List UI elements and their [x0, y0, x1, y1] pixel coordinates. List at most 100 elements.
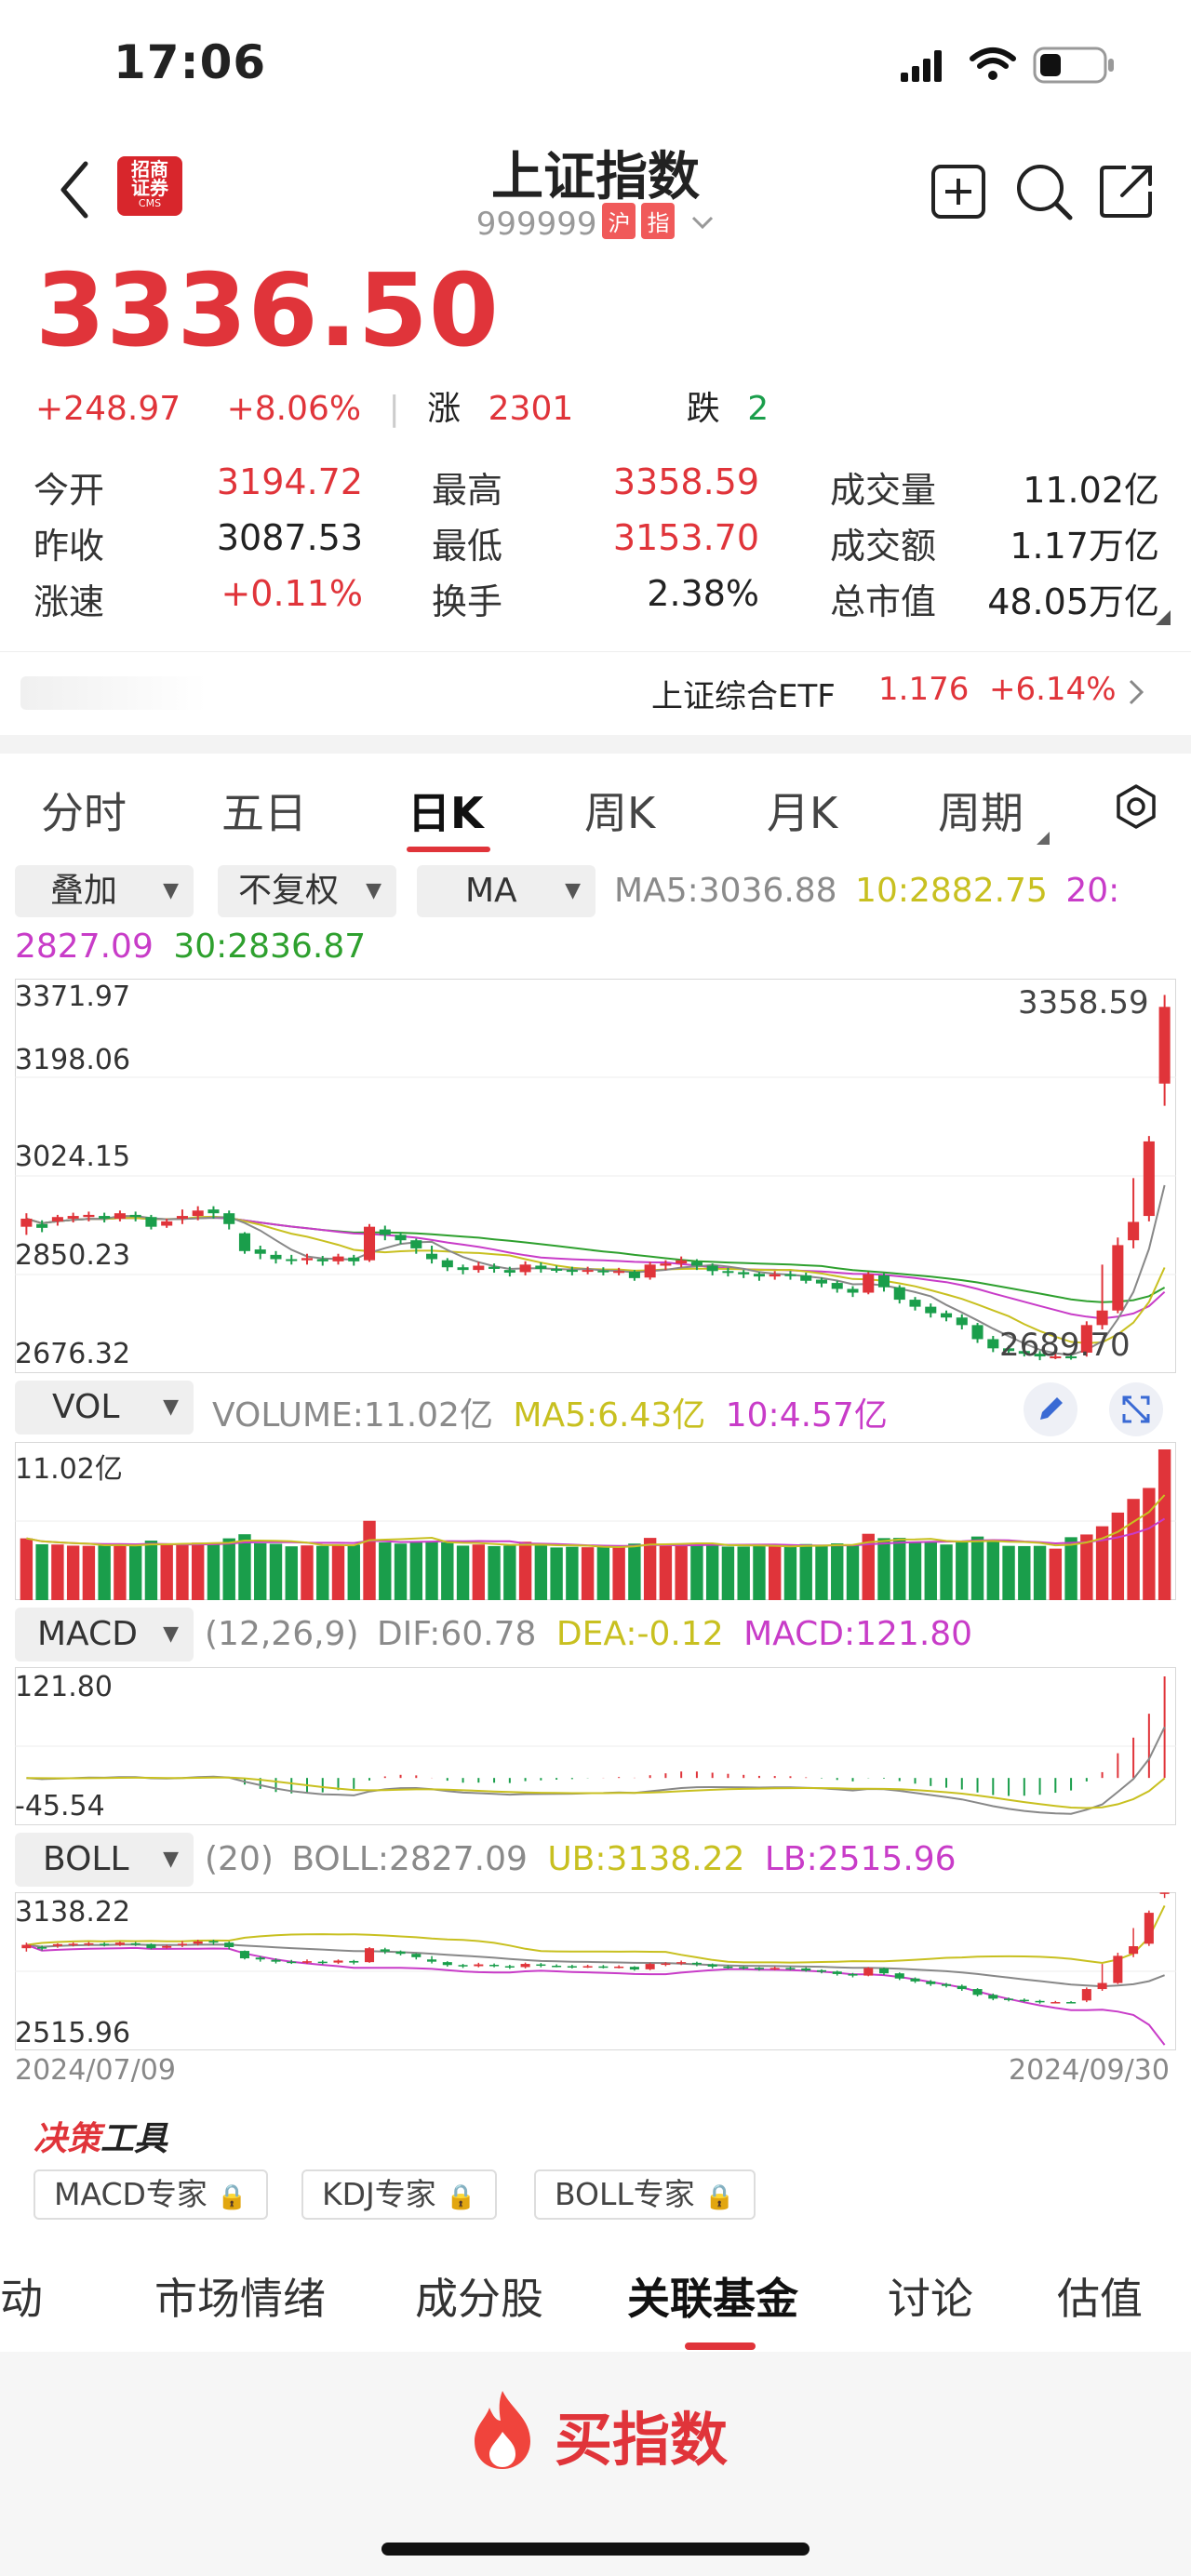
ma20-legend-head: 20: — [1065, 872, 1120, 910]
boll-chart[interactable] — [15, 1892, 1176, 2050]
volume-bar — [893, 1538, 906, 1600]
wifi-icon — [970, 47, 1016, 80]
volume-bar — [799, 1543, 812, 1600]
boll-candle-body — [1066, 2002, 1077, 2004]
boll-candle-body — [146, 1943, 156, 1949]
macd-chart[interactable] — [15, 1667, 1176, 1825]
boll-candle-body — [1097, 1982, 1107, 1990]
last-price: 3336.50 — [35, 253, 500, 369]
stat-value: 11.02亿 — [1023, 470, 1159, 511]
boll-ub: UB:3138.22 — [547, 1840, 745, 1878]
tab-constituents[interactable]: 成分股 — [415, 2265, 543, 2327]
candle-body — [410, 1240, 422, 1248]
candle-body — [722, 1271, 734, 1274]
home-indicator — [381, 2543, 810, 2556]
candle-body — [815, 1279, 828, 1284]
tab-weekly-k[interactable]: 周K — [584, 780, 655, 841]
volume-bar — [285, 1546, 298, 1600]
buy-index-button[interactable]: 买指数 — [465, 2382, 744, 2475]
candle-body — [379, 1229, 391, 1235]
decision-title-b: 工具 — [100, 2120, 168, 2158]
boll-candle-body — [723, 1966, 733, 1969]
macd-select-label: MACD — [37, 1615, 138, 1653]
volume-bar — [783, 1546, 797, 1600]
boll-params: (20) — [205, 1840, 274, 1878]
boll-candle-body — [832, 1971, 842, 1974]
boll-candle-body — [894, 1973, 904, 1979]
tab-five-day[interactable]: 五日 — [221, 780, 307, 841]
down-count: 2 — [747, 390, 769, 428]
boll-candle-body — [474, 1964, 484, 1967]
volume-bar — [1033, 1545, 1047, 1600]
boll-candle-body — [287, 1961, 297, 1964]
candle-body — [706, 1265, 718, 1272]
boll-select[interactable]: BOLL ▼ — [15, 1833, 194, 1887]
edit-button[interactable] — [1024, 1382, 1077, 1436]
overlay-select[interactable]: 叠加 ▼ — [15, 865, 194, 917]
boll-candle-body — [957, 1985, 967, 1990]
adjust-select[interactable]: 不复权 ▼ — [218, 865, 396, 917]
volume-chart[interactable] — [15, 1442, 1176, 1600]
overlay-select-label: 叠加 — [50, 872, 118, 910]
candle-body — [332, 1256, 344, 1261]
candle-body — [254, 1249, 266, 1254]
tab-related-funds[interactable]: 关联基金 — [627, 2265, 798, 2327]
volume-bar — [331, 1543, 345, 1600]
tab-market-sentiment[interactable]: 市场情绪 — [154, 2265, 326, 2327]
boll-expert-button[interactable]: BOLL专家 🔒 — [534, 2169, 756, 2220]
change-row: +248.97 +8.06% | 涨 2301 跌 2 — [35, 381, 769, 430]
candle-body — [535, 1265, 547, 1269]
tab-unusual[interactable]: 异动 — [0, 2265, 43, 2327]
kline-chart[interactable] — [15, 979, 1176, 1373]
volume-bar — [1049, 1548, 1063, 1600]
tool-label: BOLL专家 — [555, 2176, 695, 2212]
boll-candle-body — [114, 1942, 125, 1945]
add-watchlist-icon[interactable] — [930, 164, 986, 220]
stat-value: 1.17万亿 — [1010, 526, 1159, 567]
settings-icon[interactable] — [1113, 783, 1159, 830]
expand-corner-icon[interactable] — [1156, 610, 1171, 625]
kline-axis-label: 2850.23 — [15, 1239, 131, 1272]
stat-value: 48.05万亿 — [987, 581, 1159, 622]
stock-code-row[interactable]: 999999 沪指 — [0, 203, 1191, 243]
tab-intraday[interactable]: 分时 — [41, 780, 127, 841]
boll-candle-body — [942, 1983, 952, 1986]
indicator-select-label: MA — [465, 872, 517, 910]
candle-body — [987, 1339, 999, 1349]
tab-valuation[interactable]: 估值 — [1057, 2265, 1143, 2327]
boll-candle-body — [130, 1942, 141, 1945]
candle-body — [847, 1288, 859, 1293]
stat-value: 3194.72 — [216, 461, 363, 502]
boll-candle-body — [68, 1943, 78, 1945]
candle-body — [114, 1213, 126, 1219]
candle-body — [83, 1214, 95, 1218]
stat-value: 3153.70 — [612, 517, 759, 558]
candle-body — [1112, 1245, 1124, 1311]
kdj-expert-button[interactable]: KDJ专家 🔒 — [301, 2169, 497, 2220]
macd-expert-button[interactable]: MACD专家 🔒 — [33, 2169, 268, 2220]
candle-body — [286, 1259, 298, 1261]
tab-monthly-k[interactable]: 月K — [767, 780, 837, 841]
fullscreen-button[interactable] — [1109, 1382, 1163, 1436]
vol-select[interactable]: VOL ▼ — [15, 1381, 194, 1435]
macd-select[interactable]: MACD ▼ — [15, 1608, 194, 1662]
volume-bar — [1064, 1537, 1077, 1600]
boll-candle-body — [661, 1963, 671, 1966]
search-icon[interactable] — [1014, 162, 1074, 221]
volume-bar — [753, 1545, 766, 1600]
volume-bar — [908, 1542, 922, 1600]
share-icon[interactable] — [1098, 162, 1156, 220]
tab-period[interactable]: 周期 — [938, 780, 1024, 841]
boll-candle-body — [365, 1948, 375, 1963]
candle-body — [145, 1217, 157, 1227]
etf-row[interactable]: 上证综合ETF 1.176 +6.14% — [0, 651, 1191, 735]
volume-bar — [1080, 1534, 1093, 1600]
volume-bar — [846, 1544, 860, 1600]
tab-discussion[interactable]: 讨论 — [888, 2265, 973, 2327]
stat-label: 最低 — [432, 526, 503, 567]
candle-body — [51, 1217, 63, 1221]
caret-down-icon: ▼ — [565, 879, 581, 902]
indicator-select[interactable]: MA ▼ — [417, 865, 596, 917]
ma10-line — [26, 1215, 1166, 1344]
tab-daily-k[interactable]: 日K — [408, 780, 484, 841]
